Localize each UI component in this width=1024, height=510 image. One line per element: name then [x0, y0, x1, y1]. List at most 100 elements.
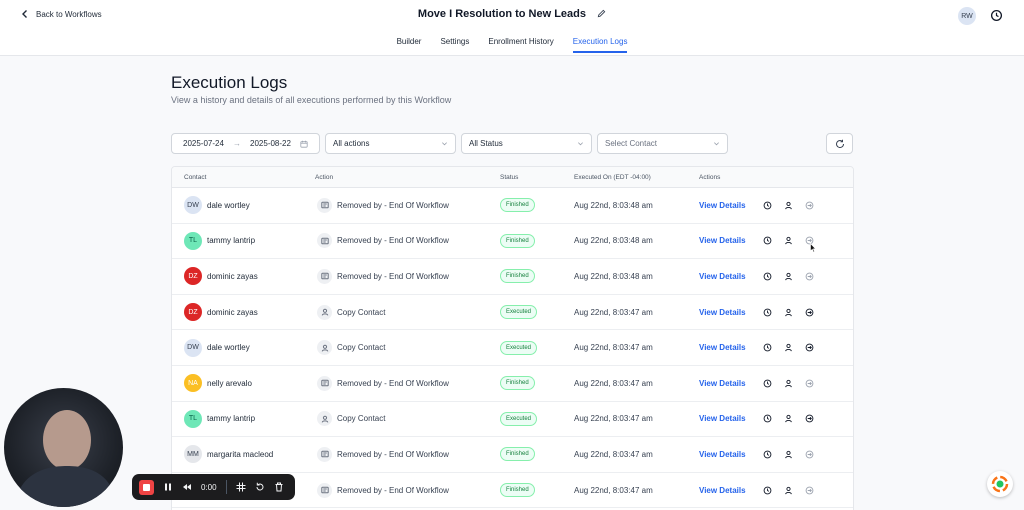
view-details-link[interactable]: View Details: [699, 330, 746, 365]
history-icon[interactable]: [763, 201, 772, 210]
stop-recording-button[interactable]: [139, 479, 154, 495]
view-details-link[interactable]: View Details: [699, 402, 746, 437]
table-row: TL tammy lantrip Copy Contact Executed A…: [172, 402, 853, 438]
arrow-right-icon: →: [232, 139, 241, 148]
row-actions: [763, 259, 814, 294]
executed-on-cell: Aug 22nd, 8:03:47 am: [574, 485, 653, 495]
arrow-right-circle-icon[interactable]: [805, 272, 814, 281]
contact-avatar: TL: [184, 409, 202, 428]
contact-cell[interactable]: TL tammy lantrip: [184, 402, 255, 437]
user-icon: [317, 304, 332, 320]
contact-cell[interactable]: TL tammy lantrip: [184, 224, 255, 259]
user-icon[interactable]: [784, 236, 793, 245]
user-avatar[interactable]: RW: [958, 7, 976, 25]
contact-cell[interactable]: DZ dominic zayas: [184, 259, 258, 294]
status-cell: Finished: [500, 188, 535, 223]
assistant-fab[interactable]: [987, 471, 1013, 497]
view-details-link[interactable]: View Details: [699, 473, 746, 508]
action-cell: Removed by - End Of Workflow: [317, 437, 449, 472]
status-badge: Executed: [500, 411, 538, 426]
view-details-link[interactable]: View Details: [699, 437, 746, 472]
tab-builder[interactable]: Builder: [397, 37, 422, 53]
action-name: Removed by - End Of Workflow: [337, 236, 449, 246]
view-details-link[interactable]: View Details: [699, 259, 746, 294]
date-from: 2025-07-24: [183, 139, 224, 148]
status-badge: Finished: [500, 376, 535, 391]
tab-execution-logs[interactable]: Execution Logs: [572, 37, 628, 53]
row-actions: [763, 188, 814, 223]
header-divider: [0, 55, 1024, 56]
date-range-picker[interactable]: 2025-07-24 → 2025-08-22: [171, 133, 320, 154]
arrow-right-circle-icon[interactable]: [805, 486, 814, 495]
contact-avatar: MM: [184, 445, 202, 464]
history-icon[interactable]: [763, 343, 772, 352]
user-icon[interactable]: [784, 450, 793, 459]
history-icon[interactable]: [763, 272, 772, 281]
contact-cell[interactable]: MM margarita macleod: [184, 437, 273, 472]
history-icon[interactable]: [763, 236, 772, 245]
status-badge: Finished: [500, 269, 535, 284]
arrow-right-circle-icon[interactable]: [805, 414, 814, 423]
rewind-icon[interactable]: [182, 482, 192, 492]
execution-logs-table: Contact Action Status Executed On (EDT -…: [171, 166, 854, 510]
action-name: Removed by - End Of Workflow: [337, 200, 449, 210]
user-icon[interactable]: [784, 308, 793, 317]
history-icon[interactable]: [763, 379, 772, 388]
executed-on-cell: Aug 22nd, 8:03:47 am: [574, 449, 653, 459]
actions-select[interactable]: All actions: [325, 133, 456, 154]
user-icon[interactable]: [784, 414, 793, 423]
user-icon[interactable]: [784, 201, 793, 210]
status-badge: Finished: [500, 233, 535, 248]
user-icon[interactable]: [784, 379, 793, 388]
refresh-button[interactable]: [826, 133, 853, 154]
row-actions: [763, 473, 814, 508]
contact-cell[interactable]: DW dale wortley: [184, 188, 250, 223]
contact-avatar: DW: [184, 196, 202, 215]
contact-name: nelly arevalo: [207, 378, 252, 388]
user-icon[interactable]: [784, 486, 793, 495]
view-details-link[interactable]: View Details: [699, 366, 746, 401]
arrow-right-circle-icon[interactable]: [805, 308, 814, 317]
arrow-right-circle-icon[interactable]: [805, 379, 814, 388]
col-action: Action: [315, 174, 334, 181]
contact-cell[interactable]: DW dale wortley: [184, 330, 250, 365]
history-icon[interactable]: [763, 414, 772, 423]
arrow-right-circle-icon[interactable]: [805, 343, 814, 352]
tab-enrollment-history[interactable]: Enrollment History: [488, 37, 553, 53]
history-icon[interactable]: [763, 308, 772, 317]
view-details-link[interactable]: View Details: [699, 224, 746, 259]
top-header: Back to Workflows Move I Resolution to N…: [0, 0, 1024, 56]
contact-cell[interactable]: DZ dominic zayas: [184, 295, 258, 330]
status-select-value: All Status: [469, 139, 503, 148]
contact-select[interactable]: Select Contact: [597, 133, 728, 154]
view-details-link[interactable]: View Details: [699, 295, 746, 330]
tab-settings[interactable]: Settings: [440, 37, 469, 53]
grid-icon[interactable]: [236, 482, 246, 492]
status-badge: Finished: [500, 483, 535, 498]
contact-name: tammy lantrip: [207, 236, 256, 246]
history-icon[interactable]: [763, 486, 772, 495]
history-icon[interactable]: [763, 450, 772, 459]
pause-icon[interactable]: [163, 482, 173, 492]
executed-on-cell: Aug 22nd, 8:03:47 am: [574, 378, 653, 388]
arrow-right-circle-icon[interactable]: [805, 450, 814, 459]
history-icon[interactable]: [990, 9, 1003, 22]
row-actions: [763, 224, 814, 259]
action-name: Removed by - End Of Workflow: [337, 271, 449, 281]
table-row: TL tammy lantrip Removed by - End Of Wor…: [172, 224, 853, 260]
view-details-link[interactable]: View Details: [699, 188, 746, 223]
table-body: DW dale wortley Removed by - End Of Work…: [172, 188, 853, 509]
workflow-icon: [317, 268, 332, 284]
trash-icon[interactable]: [274, 482, 284, 492]
col-actions: Actions: [699, 174, 721, 181]
user-icon[interactable]: [784, 343, 793, 352]
pencil-icon[interactable]: [597, 9, 606, 18]
refresh-icon: [835, 139, 844, 148]
status-select[interactable]: All Status: [461, 133, 592, 154]
arrow-right-circle-icon[interactable]: [805, 201, 814, 210]
contact-cell[interactable]: NA nelly arevalo: [184, 366, 252, 401]
user-icon[interactable]: [784, 272, 793, 281]
restart-icon[interactable]: [255, 482, 265, 492]
contact-avatar: TL: [184, 231, 202, 250]
status-badge: Finished: [500, 198, 535, 213]
